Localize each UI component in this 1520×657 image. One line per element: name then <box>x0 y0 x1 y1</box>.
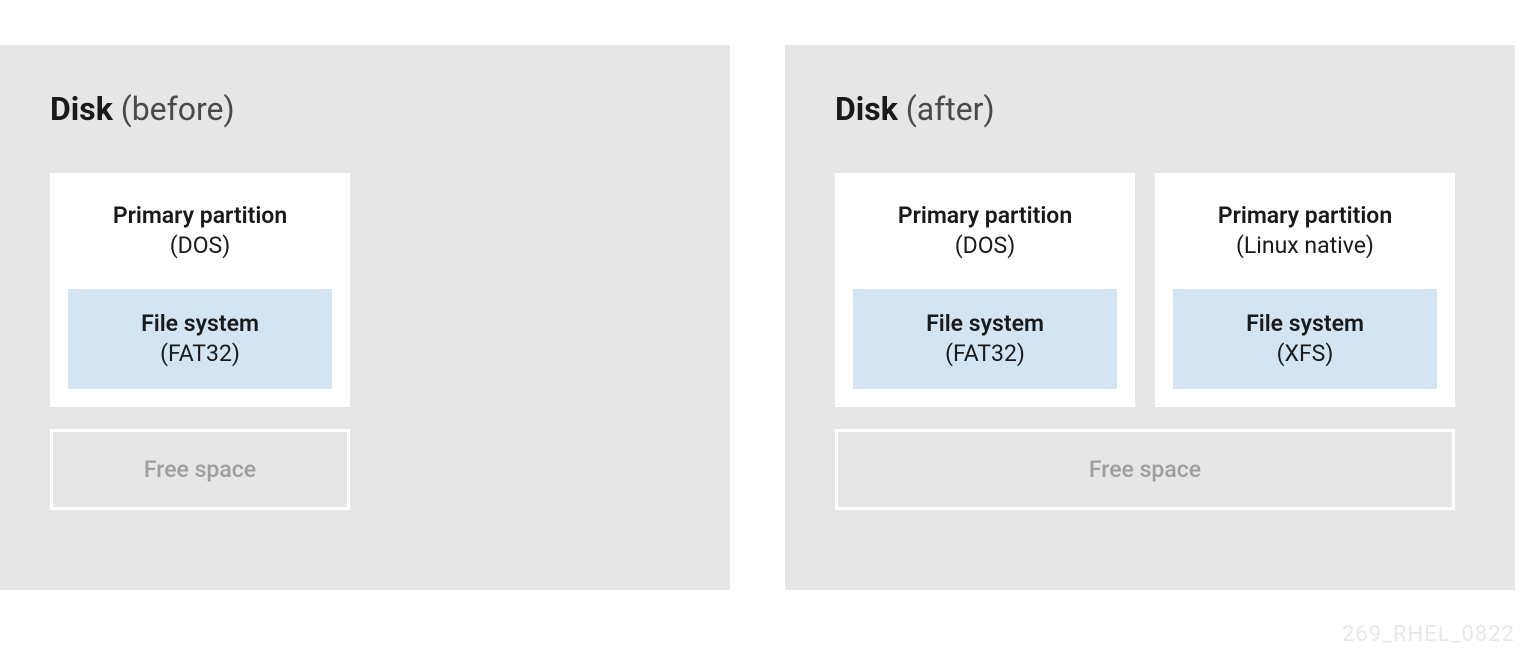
partitions-row-after: Primary partition (DOS) File system (FAT… <box>835 173 1465 407</box>
partition-box-linux-after: Primary partition (Linux native) File sy… <box>1155 173 1455 407</box>
filesystem-title: File system <box>1183 309 1427 339</box>
partition-title: Primary partition <box>68 201 332 231</box>
disk-panel-before: Disk (before) Primary partition (DOS) Fi… <box>0 45 730 590</box>
free-space-label: Free space <box>848 456 1442 483</box>
partition-header: Primary partition (DOS) <box>68 201 332 261</box>
filesystem-subtitle: (FAT32) <box>78 339 322 369</box>
partition-title: Primary partition <box>853 201 1117 231</box>
diagram-container: Disk (before) Primary partition (DOS) Fi… <box>0 0 1520 590</box>
partition-subtitle: (Linux native) <box>1173 231 1437 261</box>
free-space-label: Free space <box>63 456 337 483</box>
filesystem-title: File system <box>863 309 1107 339</box>
disk-title-bold: Disk <box>835 90 898 128</box>
partitions-row-before: Primary partition (DOS) File system (FAT… <box>50 173 680 407</box>
filesystem-box-fat32-before: File system (FAT32) <box>68 289 332 389</box>
disk-title-bold: Disk <box>50 90 113 128</box>
partition-box-dos-before: Primary partition (DOS) File system (FAT… <box>50 173 350 407</box>
free-space-after: Free space <box>835 429 1455 510</box>
disk-title-after: Disk (after) <box>835 90 1465 128</box>
partition-header: Primary partition (DOS) <box>853 201 1117 261</box>
disk-title-light: (after) <box>898 90 995 128</box>
filesystem-subtitle: (FAT32) <box>863 339 1107 369</box>
free-space-before: Free space <box>50 429 350 510</box>
partition-box-dos-after: Primary partition (DOS) File system (FAT… <box>835 173 1135 407</box>
filesystem-title: File system <box>78 309 322 339</box>
filesystem-box-fat32-after: File system (FAT32) <box>853 289 1117 389</box>
partition-header: Primary partition (Linux native) <box>1173 201 1437 261</box>
filesystem-box-xfs-after: File system (XFS) <box>1173 289 1437 389</box>
disk-title-light: (before) <box>113 90 235 128</box>
watermark: 269_RHEL_0822 <box>1342 622 1515 647</box>
partition-subtitle: (DOS) <box>853 231 1117 261</box>
filesystem-subtitle: (XFS) <box>1183 339 1427 369</box>
disk-title-before: Disk (before) <box>50 90 680 128</box>
disk-panel-after: Disk (after) Primary partition (DOS) Fil… <box>785 45 1515 590</box>
partition-title: Primary partition <box>1173 201 1437 231</box>
partition-subtitle: (DOS) <box>68 231 332 261</box>
